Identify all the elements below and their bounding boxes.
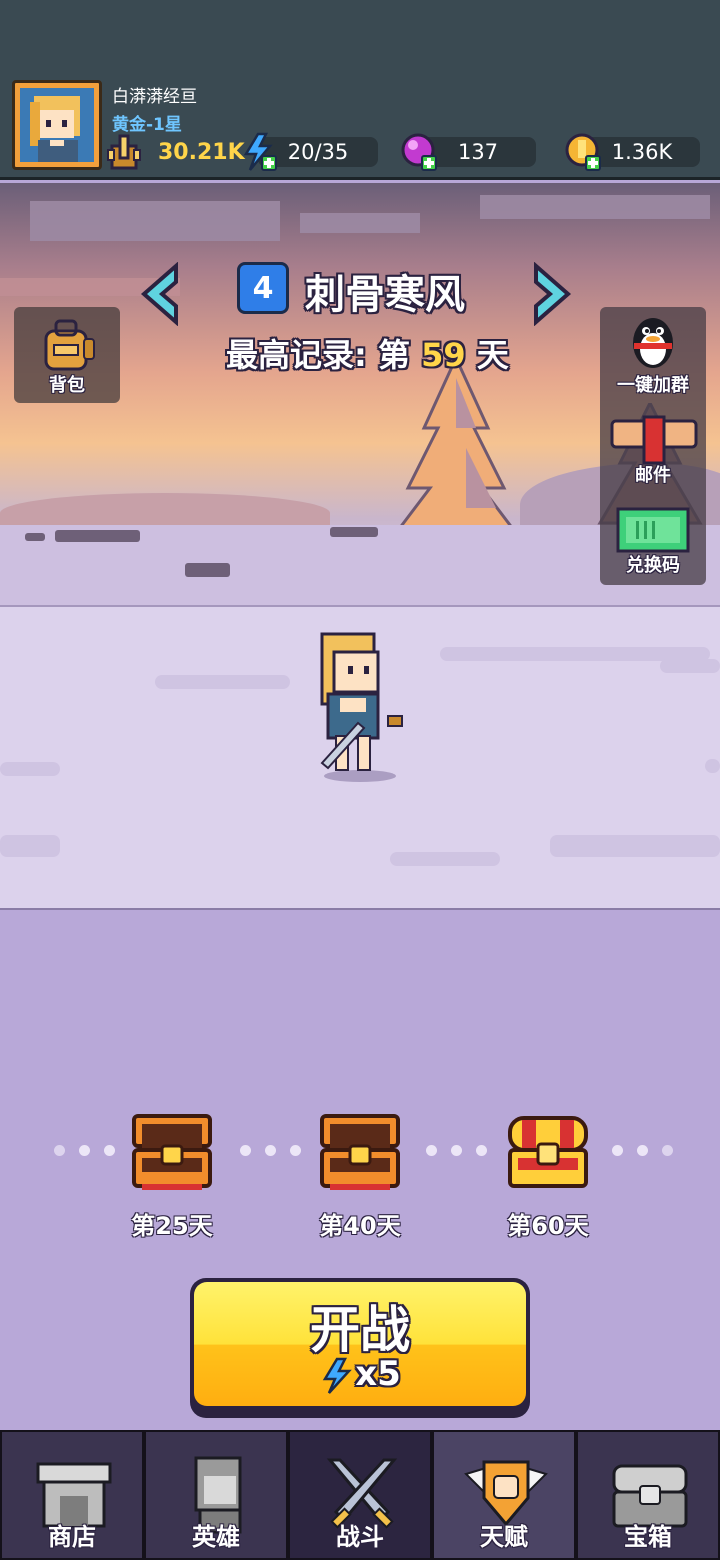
record-value: 59 <box>421 336 466 374</box>
chest-icon[interactable] <box>506 1110 590 1194</box>
join-group-label: 一键加群 <box>617 375 689 396</box>
progress-dots <box>426 1145 487 1156</box>
redeem-code-button[interactable]: 兑换码 <box>600 497 706 585</box>
cloud-decoration <box>480 195 710 219</box>
level-title: 刺骨寒风 <box>305 272 465 318</box>
gem-value: 137 <box>457 140 499 164</box>
chest-day-label: 第25天 <box>131 1212 213 1240</box>
redeem-code-label: 兑换码 <box>626 555 680 576</box>
progress-dots <box>240 1145 301 1156</box>
tab-shop-label: 商店 <box>48 1523 96 1551</box>
penguin-icon <box>633 318 673 368</box>
cloud-decoration <box>30 201 280 241</box>
gold-value: 1.36K <box>611 140 673 164</box>
tab-battle-label: 战斗 <box>336 1523 384 1551</box>
backpack-icon <box>44 319 95 371</box>
ticket-icon <box>616 507 690 553</box>
start-battle-cost: x5 <box>190 1354 530 1395</box>
mail-label: 邮件 <box>635 465 671 486</box>
record-suffix: 天 <box>476 336 509 374</box>
power-value: 30.21K <box>158 140 245 165</box>
tab-heroes-label: 英雄 <box>192 1523 240 1551</box>
mail-button[interactable]: 邮件 <box>600 403 706 493</box>
energy-add-icon[interactable] <box>240 132 278 172</box>
player-name: 白漭漭经亘 <box>112 87 197 107</box>
tab-chest-label: 宝箱 <box>624 1523 672 1551</box>
tab-chest[interactable]: 宝箱 <box>576 1430 720 1560</box>
start-cost-value: x5 <box>355 1354 401 1394</box>
cloud-decoration <box>300 213 420 233</box>
chest-icon[interactable] <box>318 1110 402 1194</box>
hero-portrait-icon <box>30 96 80 162</box>
start-battle-button[interactable]: 开战 x5 <box>190 1278 530 1418</box>
tab-heroes[interactable]: 英雄 <box>144 1430 288 1560</box>
tab-battle[interactable]: 战斗 <box>288 1430 432 1560</box>
player-avatar[interactable] <box>12 80 102 170</box>
best-record: 最高记录: 第 59 天 <box>226 330 509 376</box>
prev-level-button[interactable] <box>136 262 182 326</box>
chest-day-label: 第60天 <box>507 1212 589 1240</box>
chest-icon[interactable] <box>130 1110 214 1194</box>
tab-shop[interactable]: 商店 <box>0 1430 144 1560</box>
bag-button[interactable]: 背包 <box>14 307 120 403</box>
progress-dots <box>54 1145 115 1156</box>
gem-add-icon[interactable] <box>400 132 440 172</box>
hero-character <box>320 632 403 782</box>
tab-talent-label: 天赋 <box>480 1523 528 1551</box>
mail-scroll-icon <box>610 415 698 465</box>
bottom-navigation: 商店 英雄 战斗 天赋 宝箱 <box>0 1430 720 1560</box>
next-level-button[interactable] <box>530 262 576 326</box>
bag-label: 背包 <box>49 375 85 396</box>
join-group-button[interactable]: 一键加群 <box>600 307 706 397</box>
chest-day-label: 第40天 <box>319 1212 401 1240</box>
energy-value: 20/35 <box>287 140 349 164</box>
progress-dots <box>612 1145 673 1156</box>
top-bar: 白漭漭经亘 黄金-1星 30.21K 20/35 137 1.36K <box>0 0 720 180</box>
player-rank: 黄金-1星 <box>112 115 182 135</box>
record-prefix: 最高记录: 第 <box>226 336 410 374</box>
tab-talent[interactable]: 天赋 <box>432 1430 576 1560</box>
power-icon <box>107 134 141 170</box>
energy-icon <box>322 1357 353 1394</box>
start-battle-label: 开战 <box>310 1301 410 1359</box>
gold-add-icon[interactable] <box>564 132 604 172</box>
level-number-badge: 4 <box>237 262 289 314</box>
side-menu: 一键加群 邮件 兑换码 <box>600 307 706 585</box>
